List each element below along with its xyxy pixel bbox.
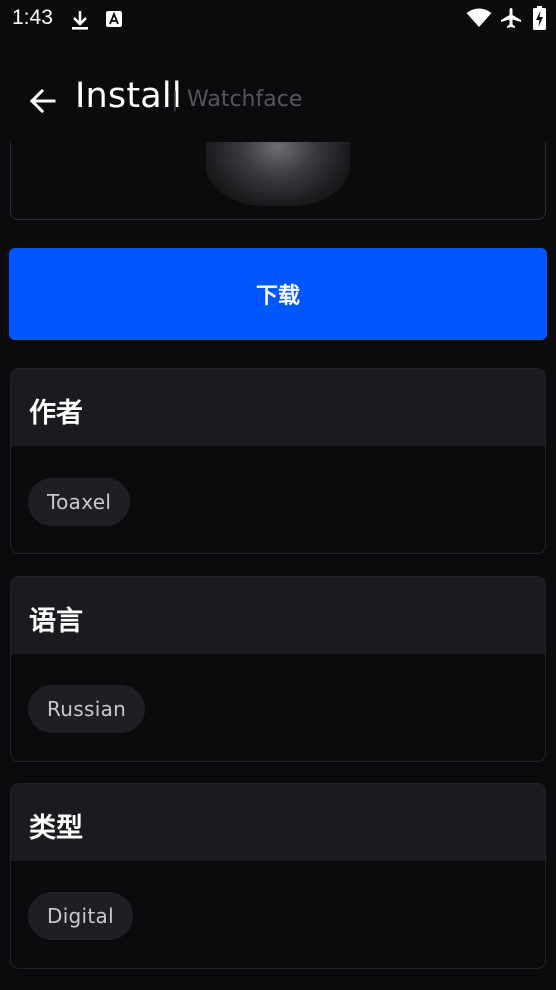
back-arrow-icon[interactable] (24, 82, 62, 120)
type-section: 类型 Digital (10, 783, 546, 969)
page-title: Install (75, 76, 182, 116)
author-chip[interactable]: Toaxel (28, 478, 131, 526)
language-section-title: 语言 (29, 606, 83, 637)
airplane-icon (501, 8, 521, 28)
font-icon (106, 11, 122, 27)
author-section: 作者 Toaxel (10, 368, 546, 554)
battery-charging-icon (533, 6, 546, 30)
title-separator: | (172, 87, 178, 112)
language-section: 语言 Russian (10, 576, 546, 762)
watchface-preview-image (206, 140, 350, 206)
page-subtitle: Watchface (187, 87, 303, 112)
watchface-preview (0, 140, 556, 222)
type-section-header: 类型 (11, 784, 545, 861)
author-section-header: 作者 (11, 369, 545, 446)
app-header: Install | Watchface (0, 60, 556, 140)
author-section-title: 作者 (29, 398, 83, 429)
download-button[interactable]: 下载 (9, 248, 547, 340)
language-chip[interactable]: Russian (28, 685, 146, 733)
language-section-header: 语言 (11, 577, 545, 654)
status-time: 1:43 (12, 6, 53, 29)
wifi-icon (466, 8, 492, 27)
download-icon (72, 11, 88, 30)
type-chip[interactable]: Digital (28, 892, 133, 940)
type-section-title: 类型 (29, 813, 83, 844)
status-bar: 1:43 (0, 0, 556, 40)
